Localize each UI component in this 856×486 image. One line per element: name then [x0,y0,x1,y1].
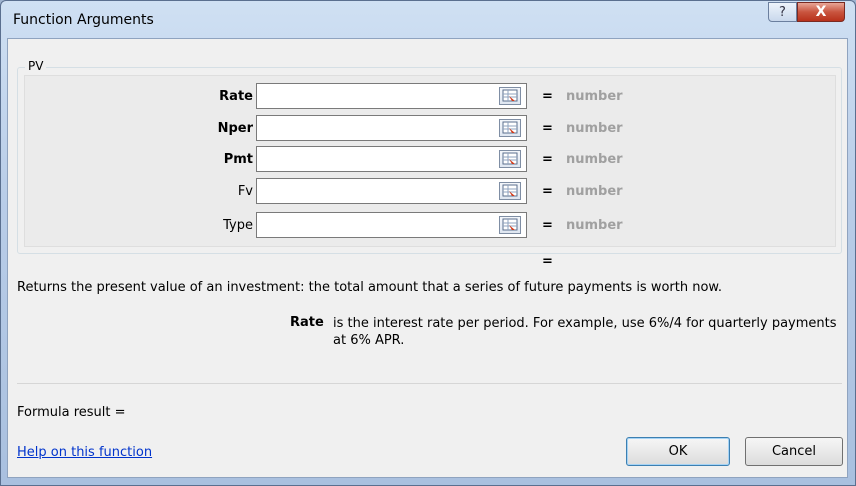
window-title: Function Arguments [13,12,154,28]
formula-result: Formula result = [17,405,126,420]
nper-input[interactable] [256,115,527,141]
rate-input[interactable] [256,83,527,109]
ok-button[interactable]: OK [626,437,730,466]
help-button[interactable]: ? [768,2,797,22]
argument-label: Rate [219,89,253,104]
collapse-dialog-button[interactable] [499,182,521,200]
collapse-dialog-button[interactable] [499,216,521,234]
argument-label: Fv [237,184,253,199]
range-select-icon [502,184,518,197]
argument-result: number [566,121,623,136]
collapse-dialog-button[interactable] [499,150,521,168]
collapse-dialog-button[interactable] [499,119,521,137]
range-select-icon [502,218,518,231]
argument-label: Pmt [223,152,253,167]
function-description: Returns the present value of an investme… [17,280,723,295]
close-button[interactable]: X [797,2,845,22]
equals-sign: = [542,121,553,136]
argument-result: number [566,152,623,167]
argument-result: number [566,89,623,104]
equals-sign: = [542,218,553,233]
argument-label: Nper [217,121,253,136]
collapse-dialog-button[interactable] [499,87,521,105]
equals-sign: = [542,184,553,199]
function-result-equals: = [542,254,553,269]
cancel-button[interactable]: Cancel [745,437,843,466]
range-select-icon [502,121,518,134]
argument-description-name: Rate [290,315,324,330]
argument-result: number [566,184,623,199]
close-icon: X [815,4,827,20]
argument-result: number [566,218,623,233]
range-select-icon [502,89,518,102]
title-bar[interactable]: Function Arguments ? X [1,1,856,39]
equals-sign: = [542,89,553,104]
question-icon: ? [779,4,786,20]
argument-label: Type [223,218,253,233]
fv-input[interactable] [256,178,527,204]
pmt-input[interactable] [256,146,527,172]
argument-description-text: is the interest rate per period. For exa… [333,316,837,348]
equals-sign: = [542,152,553,167]
range-select-icon [502,152,518,165]
type-input[interactable] [256,212,527,238]
function-name: PV [25,59,47,73]
divider [17,383,842,384]
help-on-function-link[interactable]: Help on this function [17,445,152,460]
